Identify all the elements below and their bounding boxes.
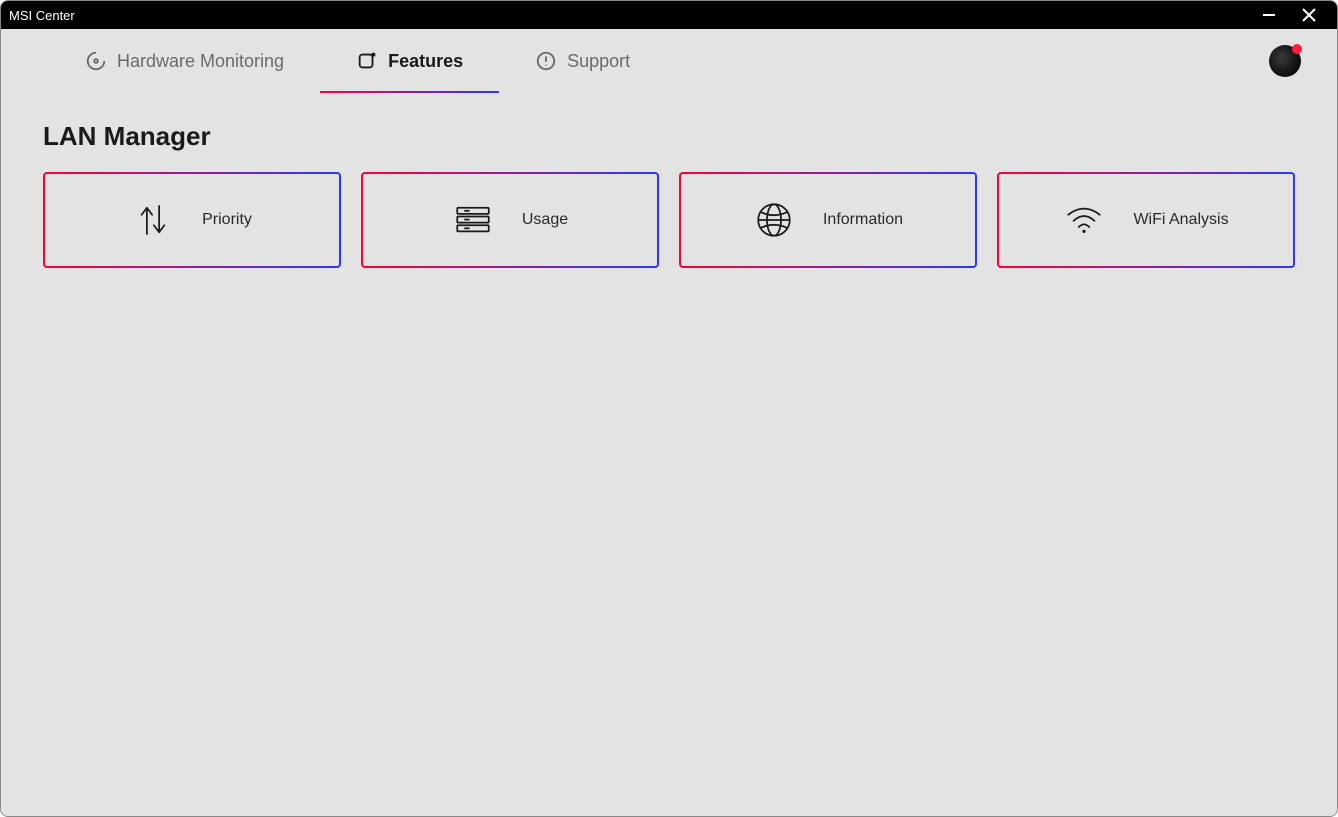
priority-arrows-icon <box>132 199 174 241</box>
apps-grid-button[interactable] <box>1153 46 1183 76</box>
minimize-button[interactable] <box>1249 1 1289 29</box>
tab-label: Support <box>567 51 630 72</box>
globe-icon <box>753 199 795 241</box>
card-label: Usage <box>522 211 568 229</box>
card-usage[interactable]: Usage <box>361 172 659 268</box>
support-icon <box>535 50 557 72</box>
minimize-icon <box>1262 8 1276 22</box>
card-row: Priority Usage <box>1 172 1337 268</box>
page-title: LAN Manager <box>1 93 1337 172</box>
wifi-icon <box>1063 199 1105 241</box>
features-icon <box>356 50 378 72</box>
tab-features[interactable]: Features <box>320 29 499 93</box>
user-avatar[interactable] <box>1269 45 1301 77</box>
tab-hardware-monitoring[interactable]: Hardware Monitoring <box>49 29 320 93</box>
nav-tabs: Hardware Monitoring Features Supp <box>49 29 666 93</box>
tab-label: Hardware Monitoring <box>117 51 284 72</box>
card-label: Priority <box>202 211 252 229</box>
settings-button[interactable] <box>1211 46 1241 76</box>
close-button[interactable] <box>1289 1 1329 29</box>
close-icon <box>1301 7 1317 23</box>
monitor-icon <box>85 50 107 72</box>
content-area: Hardware Monitoring Features Supp <box>1 29 1337 816</box>
gear-icon <box>1213 48 1239 74</box>
usage-bars-icon <box>452 199 494 241</box>
card-label: Information <box>823 211 903 229</box>
card-information[interactable]: Information <box>679 172 977 268</box>
card-priority[interactable]: Priority <box>43 172 341 268</box>
top-nav: Hardware Monitoring Features Supp <box>1 29 1337 93</box>
titlebar: MSI Center <box>1 1 1337 29</box>
card-wifi-analysis[interactable]: WiFi Analysis <box>997 172 1295 268</box>
tab-support[interactable]: Support <box>499 29 666 93</box>
app-window: MSI Center Hardware Monitoring <box>0 0 1338 817</box>
grid-icon <box>1155 48 1181 74</box>
tab-label: Features <box>388 51 463 72</box>
window-title: MSI Center <box>9 8 75 23</box>
nav-right <box>1153 29 1337 93</box>
card-label: WiFi Analysis <box>1133 211 1228 229</box>
